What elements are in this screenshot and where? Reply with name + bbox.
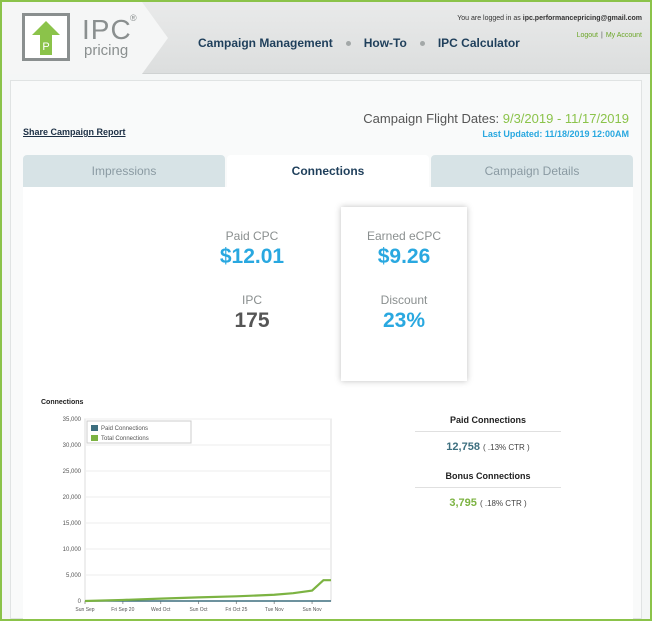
paid-cpc-value: $12.01	[219, 245, 285, 268]
last-updated: Last Updated: 11/18/2019 12:00AM	[482, 129, 629, 139]
ipc-label: IPC	[241, 293, 262, 307]
plot-area	[84, 418, 332, 602]
login-prefix: You are logged in as	[457, 15, 521, 22]
discount-value: 23%	[382, 309, 426, 332]
earned-ecpc-value: $9.26	[377, 245, 431, 268]
paid-connections-value: 12,758 ( .13% CTR )	[415, 441, 561, 453]
nav-how-to[interactable]: How-To	[364, 36, 407, 50]
y-tick-label: 30,000	[63, 443, 82, 449]
account-links: Logout | My Account	[577, 32, 642, 39]
nav-dot-icon	[419, 40, 425, 46]
y-tick-label: 0	[78, 599, 82, 605]
link-separator: |	[600, 32, 603, 39]
ipc-value: 175	[234, 309, 270, 332]
user-email: ipc.performancepricing@gmail.com	[522, 15, 642, 22]
x-tick-label: Tue Nov	[265, 607, 284, 613]
bonus-connections-value: 3,795 ( .18% CTR )	[415, 497, 561, 509]
report-tabs: Impressions Connections Campaign Details	[23, 155, 633, 187]
nav-ipc-calculator[interactable]: IPC Calculator	[438, 36, 520, 50]
header: P IPC ® pricing Campaign Management How-…	[2, 2, 650, 74]
divider	[415, 487, 561, 488]
legend-label: Total Connections	[101, 436, 149, 442]
chart-title: Connections	[41, 399, 84, 406]
y-tick-label: 10,000	[63, 547, 82, 553]
tab-campaign-details[interactable]: Campaign Details	[431, 155, 633, 187]
paid-connections-ctr: ( .13% CTR )	[483, 443, 530, 452]
y-tick-label: 15,000	[63, 521, 82, 527]
nav-dot-icon	[345, 40, 351, 46]
nav-campaign-management[interactable]: Campaign Management	[198, 36, 333, 50]
page-frame: P IPC ® pricing Campaign Management How-…	[2, 2, 650, 619]
share-campaign-report-link[interactable]: Share Campaign Report	[23, 127, 126, 137]
x-tick-label: Wed Oct	[151, 607, 171, 613]
y-tick-label: 5,000	[66, 573, 82, 579]
x-tick-label: Fri Oct 25	[225, 607, 247, 613]
paid-cpc-label: Paid CPC	[225, 229, 279, 243]
logout-link[interactable]: Logout	[577, 32, 598, 39]
y-tick-label: 25,000	[63, 469, 82, 475]
connections-chart: 0 5,000 10,000 15,000 20,000 25,000 30,000 35,0…	[63, 417, 332, 613]
my-account-link[interactable]: My Account	[606, 32, 642, 39]
bonus-connections-count: 3,795	[449, 497, 477, 509]
x-tick-label: Sun Sep	[75, 607, 94, 613]
divider	[415, 431, 561, 432]
report-content: Share Campaign Report Campaign Flight Da…	[10, 80, 642, 619]
discount-label: Discount	[380, 293, 428, 307]
main-nav: Campaign Management How-To IPC Calculato…	[198, 36, 520, 50]
tab-impressions[interactable]: Impressions	[23, 155, 225, 187]
earned-ecpc-label: Earned eCPC	[366, 229, 442, 243]
campaign-flight-dates: Campaign Flight Dates: 9/3/2019 - 11/17/…	[363, 111, 629, 126]
login-status: You are logged in as ipc.performancepric…	[457, 15, 642, 22]
logo[interactable]: P IPC ® pricing	[2, 2, 142, 74]
x-tick-label: Fri Sep 20	[111, 607, 134, 613]
paid-connections-count: 12,758	[446, 441, 480, 453]
bonus-connections-ctr: ( .18% CTR )	[479, 499, 527, 508]
flight-dates: 9/3/2019 - 11/17/2019	[502, 111, 629, 126]
connections-panel: Paid CPC $12.01 IPC 175 Earned eCPC $9.2…	[23, 187, 633, 619]
logo-mark-icon: P	[22, 13, 70, 61]
logo-registered: ®	[130, 13, 137, 23]
x-tick-label: Sun Oct	[189, 607, 208, 613]
bonus-connections-title: Bonus Connections	[445, 471, 531, 481]
tab-connections[interactable]: Connections	[227, 155, 429, 187]
logo-arrow-shape	[142, 2, 168, 74]
legend-swatch	[91, 425, 98, 431]
logo-text-pricing: pricing	[84, 42, 129, 59]
y-tick-label: 35,000	[63, 417, 82, 423]
legend-label: Paid Connections	[101, 426, 148, 432]
flight-label: Campaign Flight Dates:	[363, 111, 500, 126]
x-tick-label: Sun Nov	[302, 607, 322, 613]
svg-text:P: P	[42, 41, 49, 53]
y-tick-label: 20,000	[63, 495, 82, 501]
legend-swatch	[91, 435, 98, 441]
paid-connections-title: Paid Connections	[449, 415, 526, 425]
